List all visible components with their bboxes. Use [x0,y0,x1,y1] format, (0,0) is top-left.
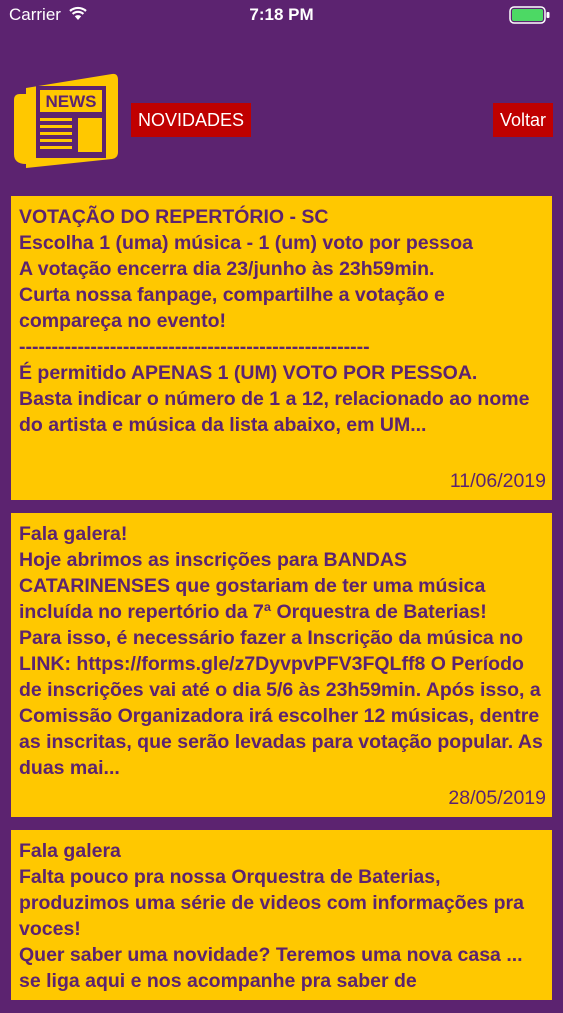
header: NEWS NOVIDADES Voltar [0,60,563,180]
news-list[interactable]: VOTAÇÃO DO REPERTÓRIO - SC Escolha 1 (um… [11,196,552,1013]
voltar-button[interactable]: Voltar [492,103,553,137]
news-card[interactable]: Fala galera! Hoje abrimos as inscrições … [11,513,552,817]
news-card[interactable]: Fala galera Falta pouco pra nossa Orques… [11,830,552,1000]
news-text: VOTAÇÃO DO REPERTÓRIO - SC Escolha 1 (um… [19,206,530,436]
news-date: 28/05/2019 [448,787,546,809]
status-bar: Carrier 7:18 PM [0,0,563,30]
news-text: Fala galera! Hoje abrimos as inscrições … [19,523,543,779]
clock: 7:18 PM [249,5,314,24]
battery-icon [509,6,550,24]
news-text: Fala galera Falta pouco pra nossa Orques… [19,840,524,992]
logo-text: NEWS [46,92,97,111]
news-card[interactable]: VOTAÇÃO DO REPERTÓRIO - SC Escolha 1 (um… [11,196,552,500]
novidades-button[interactable]: NOVIDADES [131,103,252,137]
newspaper-icon: NEWS [14,73,118,168]
news-date: 11/06/2019 [449,470,546,492]
